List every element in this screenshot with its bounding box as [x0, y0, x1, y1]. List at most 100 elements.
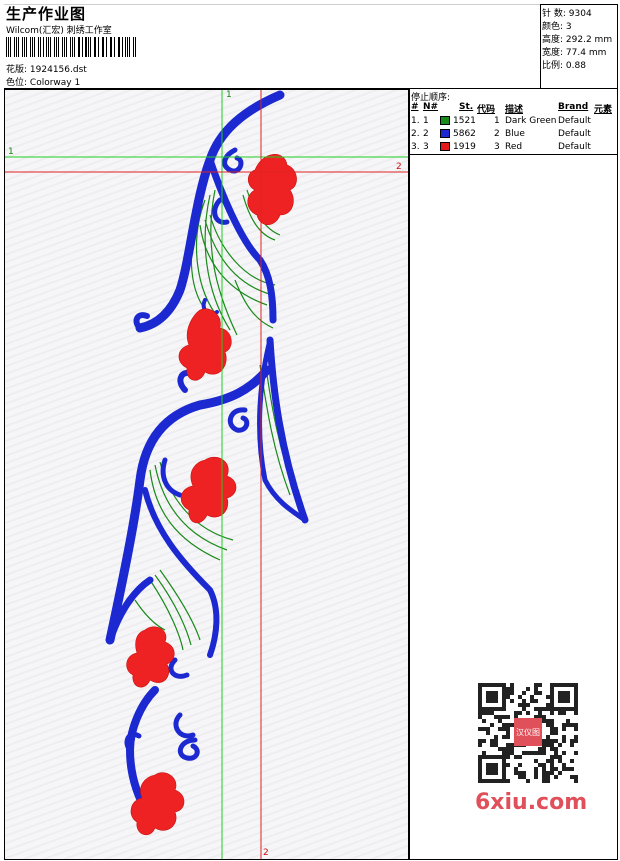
qr-module: [562, 735, 566, 739]
qr-module: [550, 763, 554, 767]
qr-module: [574, 751, 578, 755]
qr-module: [506, 695, 510, 699]
qr-module: [562, 695, 566, 699]
qr-module: [574, 683, 578, 687]
qr-module: [478, 767, 482, 771]
qr-module: [502, 703, 506, 707]
qr-module: [546, 759, 550, 763]
table-row-stitches: 1919: [453, 142, 476, 152]
qr-module: [566, 691, 570, 695]
qr-module: [478, 687, 482, 691]
qr-module: [518, 711, 522, 715]
qr-module: [562, 751, 566, 755]
qr-module: [506, 731, 510, 735]
qr-module: [570, 723, 574, 727]
qr-module: [554, 747, 558, 751]
table-row-desc: Dark Green: [505, 116, 557, 126]
qr-module: [546, 703, 550, 707]
qr-module: [502, 687, 506, 691]
qr-module: [486, 771, 490, 775]
qr-module: [550, 759, 554, 763]
table-row-code: 2: [494, 129, 500, 139]
qr-module: [478, 755, 482, 759]
red-horizontal-guide-label: 2: [396, 162, 402, 172]
qr-module: [498, 683, 502, 687]
qr-module: [554, 731, 558, 735]
qr-module: [554, 707, 558, 711]
qr-module: [478, 683, 482, 687]
qr-module: [478, 763, 482, 767]
qr-module: [558, 743, 562, 747]
qr-module: [538, 711, 542, 715]
qr-module: [502, 735, 506, 739]
qr-module: [494, 707, 498, 711]
table-row-stitches: 5862: [453, 129, 476, 139]
qr-module: [526, 711, 530, 715]
colorway-label: 色位:: [6, 78, 28, 88]
qr-module: [502, 779, 506, 783]
qr-module: [490, 723, 494, 727]
qr-module: [502, 747, 506, 751]
qr-module: [486, 767, 490, 771]
qr-module: [534, 699, 538, 703]
qr-module: [502, 759, 506, 763]
qr-module: [546, 695, 550, 699]
qr-module: [554, 775, 558, 779]
qr-module: [562, 691, 566, 695]
qr-module: [502, 723, 506, 727]
table-row-code: 3: [494, 142, 500, 152]
qr-module: [482, 739, 486, 743]
qr-module: [518, 771, 522, 775]
qr-module: [546, 775, 550, 779]
qr-module: [486, 691, 490, 695]
barcode-bar: [85, 37, 87, 57]
qr-module: [510, 699, 514, 703]
qr-module: [562, 707, 566, 711]
qr-module: [518, 763, 522, 767]
barcode-bar: [13, 37, 15, 57]
barcode-bar: [53, 37, 55, 57]
barcode-bar: [119, 37, 120, 57]
qr-module: [482, 707, 486, 711]
design-canvas[interactable]: 1 1 2 2: [4, 89, 409, 860]
qr-module: [486, 755, 490, 759]
qr-module: [494, 691, 498, 695]
qr-module: [558, 683, 562, 687]
qr-module: [490, 683, 494, 687]
qr-module: [542, 779, 546, 783]
qr-module: [566, 723, 570, 727]
qr-module: [506, 763, 510, 767]
qr-module: [546, 779, 550, 783]
qr-module: [570, 759, 574, 763]
color-swatch: [440, 129, 450, 138]
design-value: 1924156.dst: [29, 65, 87, 75]
qr-module: [502, 775, 506, 779]
qr-module: [546, 723, 550, 727]
qr-module: [550, 731, 554, 735]
qr-module: [486, 779, 490, 783]
barcode-bar: [26, 37, 28, 57]
qr-module: [478, 775, 482, 779]
col-header-n: N#: [423, 102, 439, 112]
qr-module: [550, 699, 554, 703]
qr-module: [502, 727, 506, 731]
design-scale: 比例: 0.88: [542, 61, 586, 71]
qr-module: [574, 695, 578, 699]
qr-module: [542, 747, 546, 751]
qr-module: [478, 779, 482, 783]
qr-module: [562, 739, 566, 743]
qr-module: [478, 727, 482, 731]
table-row-index: 3.: [411, 142, 420, 152]
qr-module: [550, 683, 554, 687]
qr-module: [538, 691, 542, 695]
qr-module: [478, 743, 482, 747]
qr-module: [486, 683, 490, 687]
design-height: 高度: 292.2 mm: [542, 35, 613, 45]
table-row-index: 1.: [411, 116, 420, 126]
qr-module: [526, 779, 530, 783]
qr-module: [502, 767, 506, 771]
col-header-stitches: St.: [459, 102, 474, 112]
barcode-bar: [133, 37, 135, 57]
qr-module: [566, 707, 570, 711]
qr-module: [550, 691, 554, 695]
